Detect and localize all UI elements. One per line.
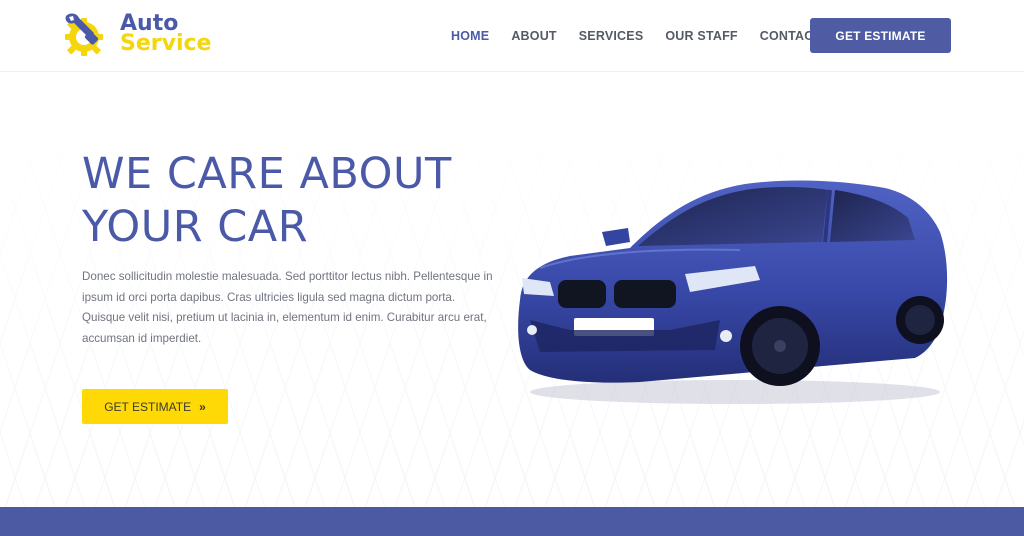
nav-item-home[interactable]: HOME xyxy=(440,29,500,43)
blue-sedan-car-image xyxy=(518,180,948,404)
main-nav: HOME ABOUT SERVICES OUR STAFF CONTACT xyxy=(440,0,832,72)
hero-get-estimate-button[interactable]: GET ESTIMATE » xyxy=(82,389,228,424)
brand-logo[interactable]: Auto Service xyxy=(60,8,220,64)
wrench-gear-icon xyxy=(65,13,103,56)
nav-item-our-staff[interactable]: OUR STAFF xyxy=(654,29,748,43)
nav-item-about[interactable]: ABOUT xyxy=(500,29,567,43)
nav-item-services[interactable]: SERVICES xyxy=(568,29,655,43)
hero-headline: WE CARE ABOUT YOUR CAR xyxy=(82,148,502,254)
header-get-estimate-button[interactable]: GET ESTIMATE xyxy=(810,18,951,53)
site-header: Auto Service HOME ABOUT SERVICES OUR STA… xyxy=(0,0,1024,72)
footer-band xyxy=(0,507,1024,536)
hero-headline-line1: WE CARE ABOUT xyxy=(82,149,452,199)
hero-headline-line2: YOUR CAR xyxy=(82,202,309,252)
double-chevron-right-icon: » xyxy=(199,399,206,414)
brand-name-line2: Service xyxy=(120,31,212,56)
brand-name: Auto Service xyxy=(120,13,212,56)
hero-cta-label: GET ESTIMATE xyxy=(104,399,192,414)
hero-description: Donec sollicitudin molestie malesuada. S… xyxy=(82,270,493,345)
